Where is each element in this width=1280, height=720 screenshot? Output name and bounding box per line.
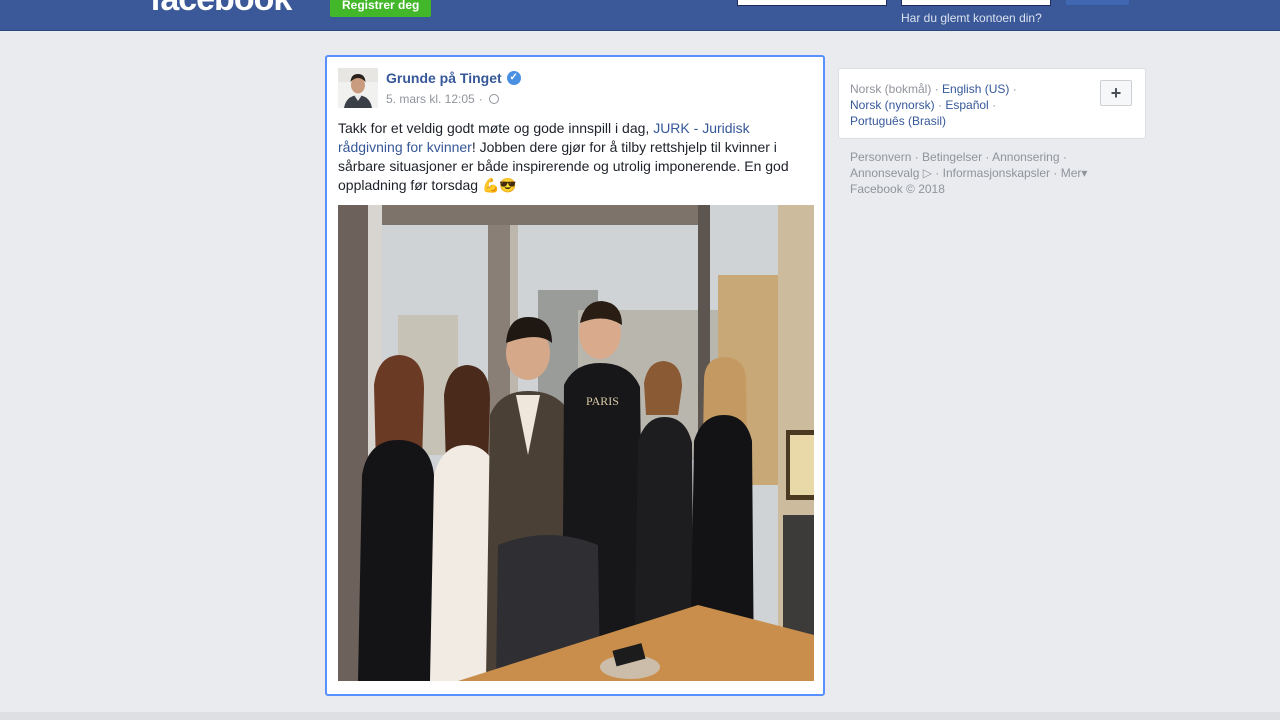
- top-navbar: facebook Registrer deg Har du glemt kont…: [0, 0, 1280, 31]
- email-field[interactable]: [737, 0, 887, 6]
- more-languages-button[interactable]: +: [1100, 80, 1132, 106]
- photo-shirt-text: PARIS: [586, 394, 619, 408]
- current-language: Norsk (bokmål): [850, 82, 932, 96]
- chevron-down-icon: ▾: [1081, 166, 1088, 180]
- copyright: Facebook © 2018: [850, 182, 945, 196]
- language-list: Norsk (bokmål) · English (US) · Norsk (n…: [850, 82, 1017, 128]
- author-avatar[interactable]: [338, 68, 378, 108]
- password-field[interactable]: [901, 0, 1051, 6]
- ad-choices-icon: ▷: [922, 166, 932, 180]
- footer-link-cookies[interactable]: Informasjonskapsler: [943, 166, 1050, 180]
- post-meta: 5. mars kl. 12:05 ·: [386, 92, 499, 106]
- post-text: Takk for et veldig godt møte og gode inn…: [338, 119, 808, 195]
- login-button[interactable]: [1065, 0, 1130, 6]
- meta-separator: ·: [478, 92, 483, 106]
- language-selector-box: Norsk (bokmål) · English (US) · Norsk (n…: [838, 68, 1146, 139]
- post-text-start: Takk for et veldig godt møte og gode inn…: [338, 120, 654, 136]
- register-button[interactable]: Registrer deg: [330, 0, 432, 17]
- footer-link-more[interactable]: Mer: [1061, 166, 1082, 180]
- post-timestamp[interactable]: 5. mars kl. 12:05: [386, 92, 475, 106]
- post-card: Grunde på Tinget ✓ 5. mars kl. 12:05 · T…: [325, 55, 825, 696]
- author-name[interactable]: Grunde på Tinget: [386, 70, 502, 86]
- footer-link-ad-choices[interactable]: Annonsevalg: [850, 166, 919, 180]
- footer-link-privacy[interactable]: Personvern: [850, 150, 911, 164]
- bottom-bar: [0, 712, 1280, 720]
- facebook-logo[interactable]: facebook: [150, 0, 292, 19]
- forgot-account-link[interactable]: Har du glemt kontoen din?: [901, 11, 1042, 25]
- language-espanol[interactable]: Español: [945, 98, 988, 112]
- language-english-us[interactable]: English (US): [942, 82, 1009, 96]
- post-photo[interactable]: PARIS: [338, 205, 814, 681]
- footer-link-terms[interactable]: Betingelser: [922, 150, 982, 164]
- footer-links: Personvern · Betingelser · Annonsering ·…: [850, 150, 1088, 196]
- verified-badge-icon: ✓: [506, 71, 521, 85]
- language-portugues-brasil[interactable]: Português (Brasil): [850, 114, 946, 128]
- language-norsk-nynorsk[interactable]: Norsk (nynorsk): [850, 98, 935, 112]
- footer-link-advertising[interactable]: Annonsering: [992, 150, 1059, 164]
- post-author[interactable]: Grunde på Tinget ✓: [386, 70, 521, 86]
- globe-icon: [488, 94, 499, 104]
